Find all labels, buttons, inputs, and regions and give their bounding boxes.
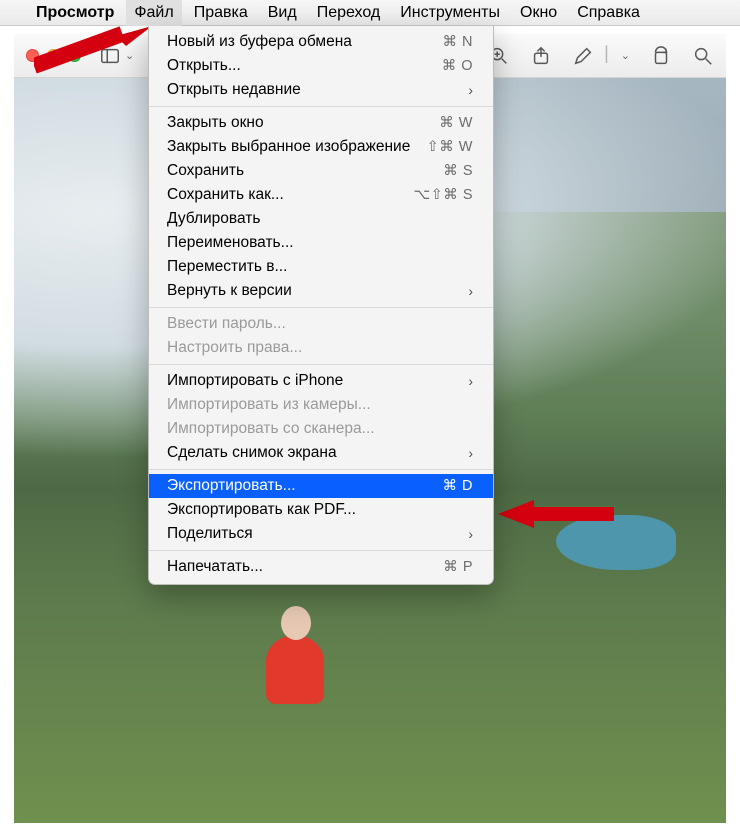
menu-item-export[interactable]: Экспортировать...⌘ D [149,474,493,498]
menu-item-label: Новый из буфера обмена [167,33,443,51]
menu-shortcut: ⌘ O [442,58,473,74]
menu-item-label: Напечатать... [167,558,443,576]
menu-item-import-camera: Импортировать из камеры... [149,393,493,417]
menu-item-share[interactable]: Поделиться› [149,522,493,546]
menu-item-label: Переименовать... [167,234,473,252]
menu-item-save-as[interactable]: Сохранить как...⌥⇧⌘ S [149,183,493,207]
menu-item-open[interactable]: Открыть...⌘ O [149,54,493,78]
menu-item-close-image[interactable]: Закрыть выбранное изображение⇧⌘ W [149,135,493,159]
menu-item-set-permissions: Настроить права... [149,336,493,360]
fullscreen-window-button[interactable] [68,49,81,62]
chevron-right-icon: › [468,373,473,389]
menu-item-label: Закрыть окно [167,114,439,132]
chevron-down-icon[interactable]: ⌄ [125,49,134,62]
menubar: Просмотр Файл Правка Вид Переход Инструм… [0,0,740,26]
search-icon[interactable] [692,45,714,67]
chevron-right-icon: › [468,82,473,98]
chevron-down-icon[interactable]: ⌄ [621,49,630,62]
menu-view[interactable]: Вид [268,4,297,22]
menu-item-rename[interactable]: Переименовать... [149,231,493,255]
menu-item-label: Сделать снимок экрана [167,444,468,462]
menu-item-move-to[interactable]: Переместить в... [149,255,493,279]
menu-edit[interactable]: Правка [194,4,248,22]
menu-item-label: Экспортировать как PDF... [167,501,473,519]
chevron-right-icon: › [468,283,473,299]
menu-item-label: Дублировать [167,210,473,228]
traffic-lights [26,49,81,62]
menu-item-close-window[interactable]: Закрыть окно⌘ W [149,111,493,135]
menu-item-save[interactable]: Сохранить⌘ S [149,159,493,183]
menu-app[interactable]: Просмотр [36,4,114,22]
menu-item-import-scanner: Импортировать со сканера... [149,417,493,441]
menu-item-screenshot[interactable]: Сделать снимок экрана› [149,441,493,465]
menu-item-duplicate[interactable]: Дублировать [149,207,493,231]
rotate-icon[interactable] [650,45,672,67]
menu-item-import-iphone[interactable]: Импортировать с iPhone› [149,369,493,393]
menu-item-label: Импортировать со сканера... [167,420,473,438]
menu-shortcut: ⌘ N [443,34,474,50]
menu-item-label: Поделиться [167,525,468,543]
menu-help[interactable]: Справка [577,4,640,22]
menu-item-label: Сохранить как... [167,186,413,204]
menu-shortcut: ⌘ S [443,163,473,179]
menu-item-label: Вернуть к версии [167,282,468,300]
markup-icon[interactable] [572,45,594,67]
lake [556,515,676,570]
menu-item-label: Сохранить [167,162,443,180]
menu-item-label: Настроить права... [167,339,473,357]
chevron-right-icon: › [468,526,473,542]
menu-item-enter-password: Ввести пароль... [149,312,493,336]
chevron-right-icon: › [468,445,473,461]
menu-item-revert[interactable]: Вернуть к версии› [149,279,493,303]
menu-item-export-pdf[interactable]: Экспортировать как PDF... [149,498,493,522]
menu-window[interactable]: Окно [520,4,557,22]
menu-item-label: Импортировать из камеры... [167,396,473,414]
minimize-window-button[interactable] [47,49,60,62]
menu-item-label: Переместить в... [167,258,473,276]
menu-item-new-from-clipboard[interactable]: Новый из буфера обмена⌘ N [149,30,493,54]
menu-shortcut: ⌥⇧⌘ S [413,187,473,203]
menu-item-label: Закрыть выбранное изображение [167,138,427,156]
menu-shortcut: ⇧⌘ W [427,139,473,155]
menu-item-label: Открыть... [167,57,442,75]
menu-item-label: Ввести пароль... [167,315,473,333]
separator: | [604,43,609,64]
person-in-photo [256,609,334,704]
menu-shortcut: ⌘ P [443,559,473,575]
menu-go[interactable]: Переход [317,4,381,22]
menu-file[interactable]: Файл [126,0,181,26]
menu-shortcut: ⌘ D [443,478,474,494]
menu-item-label: Открыть недавние [167,81,468,99]
menu-tools[interactable]: Инструменты [400,4,500,22]
sidebar-icon[interactable] [99,45,121,67]
menu-shortcut: ⌘ W [439,115,473,131]
menu-item-open-recent[interactable]: Открыть недавние› [149,78,493,102]
close-window-button[interactable] [26,49,39,62]
share-icon[interactable] [530,45,552,67]
menu-item-label: Экспортировать... [167,477,443,495]
menu-item-print[interactable]: Напечатать...⌘ P [149,555,493,579]
file-menu-dropdown: Новый из буфера обмена⌘ NОткрыть...⌘ OОт… [148,26,494,585]
menu-item-label: Импортировать с iPhone [167,372,468,390]
